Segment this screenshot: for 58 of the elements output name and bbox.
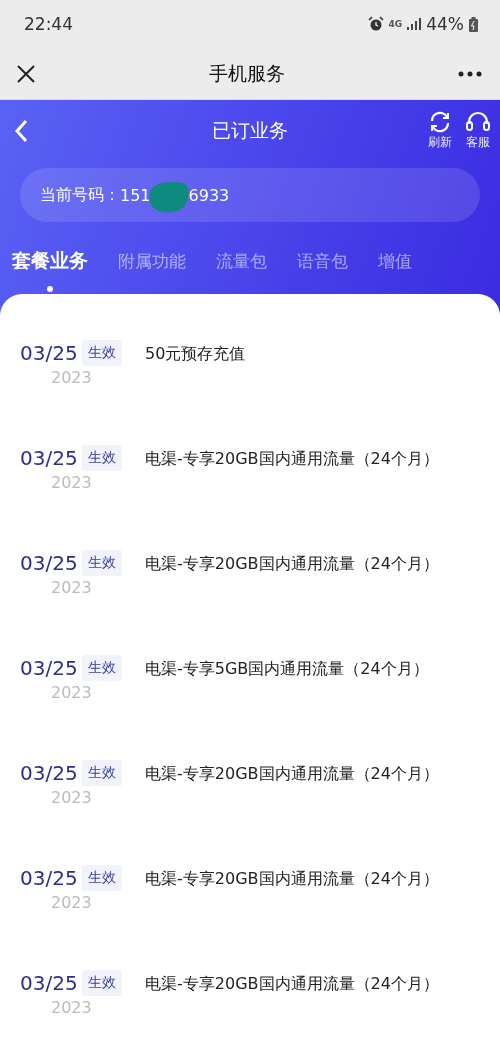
subscription-row[interactable]: 03/25 生效 2023 电渠-专享20GB国内通用流量（24个月） [0, 550, 500, 655]
service-name: 电渠-专享20GB国内通用流量（24个月） [145, 973, 439, 995]
service-name: 电渠-专享20GB国内通用流量（24个月） [145, 448, 439, 470]
alarm-icon [367, 16, 384, 32]
close-icon [16, 63, 36, 84]
status-badge: 生效 [81, 445, 122, 471]
battery-percent: 44% [426, 14, 464, 34]
date: 03/25 [20, 761, 78, 785]
date: 03/25 [20, 341, 78, 365]
year: 2023 [51, 893, 93, 912]
subscription-row[interactable]: 03/25 生效 2023 电渠-专享20GB国内通用流量（24个月） [0, 445, 500, 550]
date: 03/25 [20, 656, 78, 680]
year: 2023 [51, 578, 93, 597]
status-badge: 生效 [81, 865, 122, 891]
page-title: 已订业务 [212, 118, 288, 143]
headset-icon [466, 111, 490, 133]
service-name: 50元预存充值 [145, 343, 246, 365]
status-badge: 生效 [81, 655, 122, 681]
subscription-row[interactable]: 03/25 生效 2023 电渠-专享20GB国内通用流量（24个月） [0, 865, 500, 970]
active-dot [47, 286, 53, 292]
date: 03/25 [20, 446, 78, 470]
date: 03/25 [20, 551, 78, 575]
phone-number-start: 151 [120, 185, 151, 205]
year: 2023 [51, 998, 93, 1017]
year: 2023 [51, 683, 93, 702]
clock-time: 22:44 [24, 14, 73, 34]
status-badge: 生效 [81, 340, 122, 366]
service-name: 电渠-专享20GB国内通用流量（24个月） [145, 763, 439, 785]
status-badge: 生效 [81, 970, 122, 996]
battery-icon [469, 16, 478, 32]
service-name: 电渠-专享20GB国内通用流量（24个月） [145, 553, 439, 575]
subscription-row[interactable]: 03/25 生效 2023 50元预存充值 [0, 340, 500, 445]
back-button[interactable] [14, 119, 28, 143]
network-type: 4G [388, 19, 403, 29]
phone-number-end: 6933 [188, 185, 230, 205]
year: 2023 [51, 473, 93, 492]
phone-label: 当前号码： [40, 184, 120, 206]
date: 03/25 [20, 866, 78, 890]
date: 03/25 [20, 971, 78, 995]
close-button[interactable] [16, 63, 36, 84]
subscription-row[interactable]: 03/25 生效 2023 电渠-专享20GB国内通用流量（24个月） [0, 760, 500, 865]
refresh-button[interactable]: 刷新 [428, 111, 452, 151]
more-icon [458, 70, 482, 77]
subscription-row[interactable]: 03/25 生效 2023 电渠-专享20GB国内通用流量（24个月） [0, 970, 500, 1056]
subscription-row[interactable]: 03/25 生效 2023 电渠-专享5GB国内通用流量（24个月） [0, 655, 500, 760]
refresh-icon [429, 111, 451, 133]
year: 2023 [51, 788, 93, 807]
signal-icon [407, 18, 422, 30]
year: 2023 [51, 368, 93, 387]
service-name: 电渠-专享20GB国内通用流量（24个月） [145, 868, 439, 890]
back-icon [14, 119, 28, 143]
support-button[interactable]: 客服 [466, 111, 490, 151]
service-name: 电渠-专享5GB国内通用流量（24个月） [145, 658, 429, 680]
header-title: 手机服务 [209, 60, 285, 86]
tab[interactable]: 套餐业务 [12, 246, 88, 276]
more-button[interactable] [458, 70, 482, 77]
status-badge: 生效 [81, 760, 122, 786]
status-badge: 生效 [81, 550, 122, 576]
